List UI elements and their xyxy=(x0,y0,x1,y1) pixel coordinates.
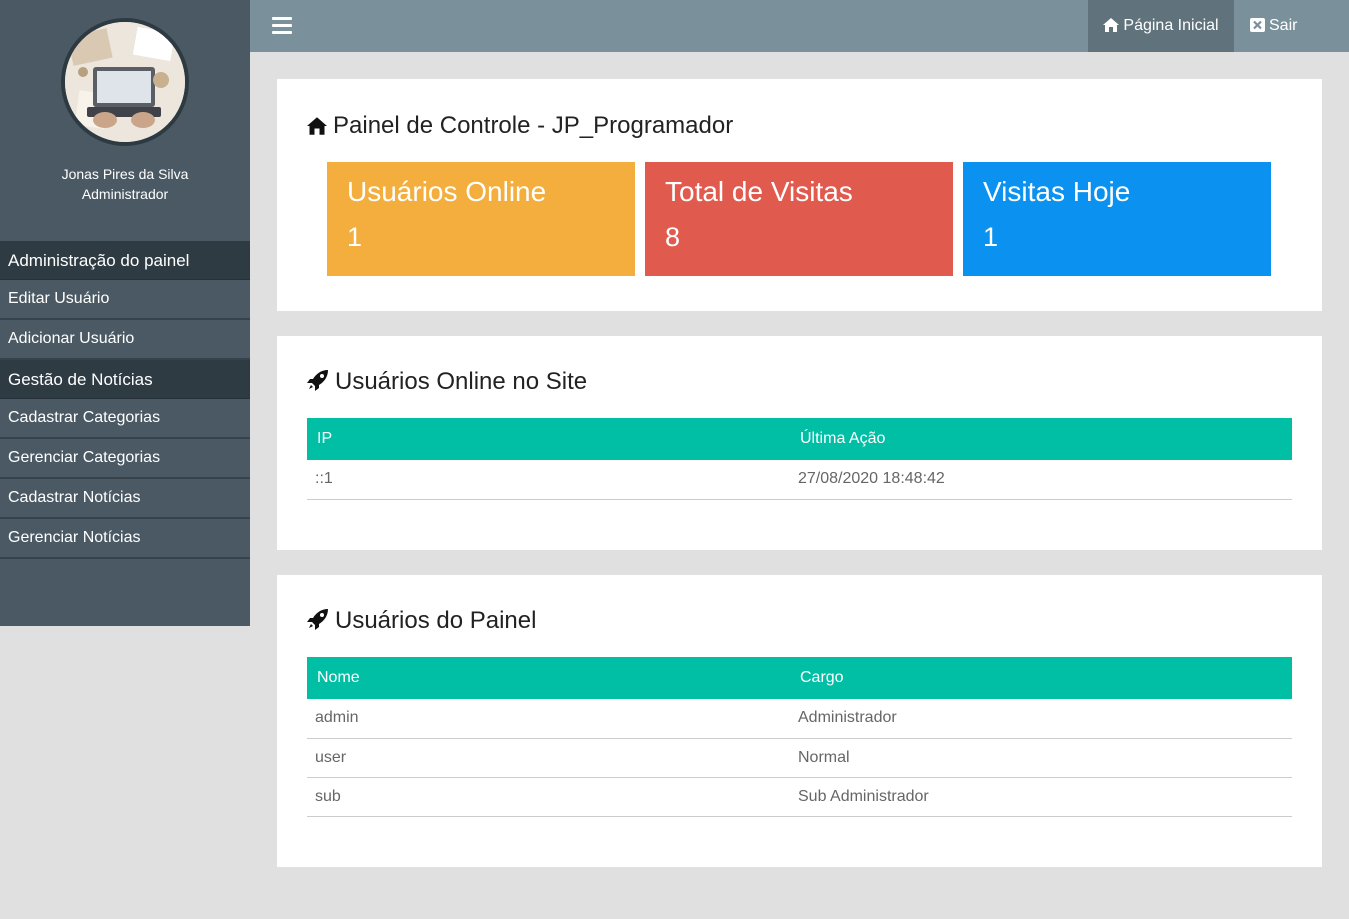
cell-role: Administrador xyxy=(790,699,1292,739)
menu-section-news: Gestão de Notícias xyxy=(0,360,250,399)
avatar xyxy=(61,18,189,146)
rocket-icon xyxy=(307,370,328,391)
panel-users-title-text: Usuários do Painel xyxy=(335,607,537,634)
exit-button-label: Sair xyxy=(1269,17,1298,34)
close-box-icon xyxy=(1250,18,1265,32)
dashboard-title-text: Painel de Controle - JP_Programador xyxy=(333,112,734,139)
sidebar: Jonas Pires da Silva Administrador Admin… xyxy=(0,0,250,626)
profile: Jonas Pires da Silva Administrador xyxy=(0,0,250,241)
stat-label: Total de Visitas xyxy=(665,176,853,207)
home-button[interactable]: Página Inicial xyxy=(1088,0,1234,52)
table-header-row: IP Última Ação xyxy=(307,418,1292,460)
stat-total-visits: Total de Visitas 8 xyxy=(645,162,953,276)
menu-icon[interactable] xyxy=(272,17,292,35)
home-icon xyxy=(307,117,327,135)
home-button-label: Página Inicial xyxy=(1123,17,1219,34)
online-users-title: Usuários Online no Site xyxy=(307,368,587,396)
menu-section-admin: Administração do painel xyxy=(0,241,250,280)
profile-name: Jonas Pires da Silva xyxy=(61,166,189,182)
cell-role: Sub Administrador xyxy=(790,777,1292,817)
menu-item-add-user[interactable]: Adicionar Usuário xyxy=(0,320,250,360)
cell-role: Normal xyxy=(790,738,1292,778)
table-row: user Normal xyxy=(307,738,1292,778)
menu-item-register-categories[interactable]: Cadastrar Categorias xyxy=(0,399,250,439)
stat-label: Visitas Hoje xyxy=(983,176,1131,207)
table-row: ::1 27/08/2020 18:48:42 xyxy=(307,460,1292,500)
panel-users-table: Nome Cargo admin Administrador user Norm… xyxy=(307,657,1292,817)
stat-visits-today: Visitas Hoje 1 xyxy=(963,162,1271,276)
online-users-table: IP Última Ação ::1 27/08/2020 18:48:42 xyxy=(307,418,1292,500)
stat-online-users: Usuários Online 1 xyxy=(327,162,635,276)
column-header-last-action: Última Ação xyxy=(790,418,1292,460)
online-users-title-text: Usuários Online no Site xyxy=(335,368,588,395)
dashboard-title: Painel de Controle - JP_Programador xyxy=(307,112,733,140)
cell-ip: ::1 xyxy=(307,460,790,500)
cell-last-action: 27/08/2020 18:48:42 xyxy=(790,460,1292,500)
column-header-name: Nome xyxy=(307,657,790,699)
cell-name: admin xyxy=(307,699,790,739)
menu-item-manage-news[interactable]: Gerenciar Notícias xyxy=(0,519,250,559)
cell-name: sub xyxy=(307,777,790,817)
rocket-icon xyxy=(307,609,328,630)
cell-name: user xyxy=(307,738,790,778)
stat-label: Usuários Online xyxy=(347,176,547,207)
column-header-ip: IP xyxy=(307,418,790,460)
stat-value: 8 xyxy=(665,222,681,252)
exit-button[interactable]: Sair xyxy=(1250,0,1320,52)
menu-item-edit-user[interactable]: Editar Usuário xyxy=(0,280,250,320)
online-users-panel: Usuários Online no Site IP Última Ação :… xyxy=(277,336,1322,550)
menu-item-manage-categories[interactable]: Gerenciar Categorias xyxy=(0,439,250,479)
stat-value: 1 xyxy=(347,222,363,252)
table-row: sub Sub Administrador xyxy=(307,777,1292,817)
menu-item-register-news[interactable]: Cadastrar Notícias xyxy=(0,479,250,519)
column-header-role: Cargo xyxy=(790,657,1292,699)
stat-value: 1 xyxy=(983,222,999,252)
panel-users-title: Usuários do Painel xyxy=(307,607,536,635)
home-icon xyxy=(1103,18,1120,32)
dashboard-panel: Painel de Controle - JP_Programador Usuá… xyxy=(277,79,1322,311)
panel-users-panel: Usuários do Painel Nome Cargo admin Admi… xyxy=(277,575,1322,867)
profile-role: Administrador xyxy=(81,186,169,202)
topbar: Página Inicial Sair xyxy=(250,0,1349,52)
table-row: admin Administrador xyxy=(307,699,1292,739)
table-header-row: Nome Cargo xyxy=(307,657,1292,699)
